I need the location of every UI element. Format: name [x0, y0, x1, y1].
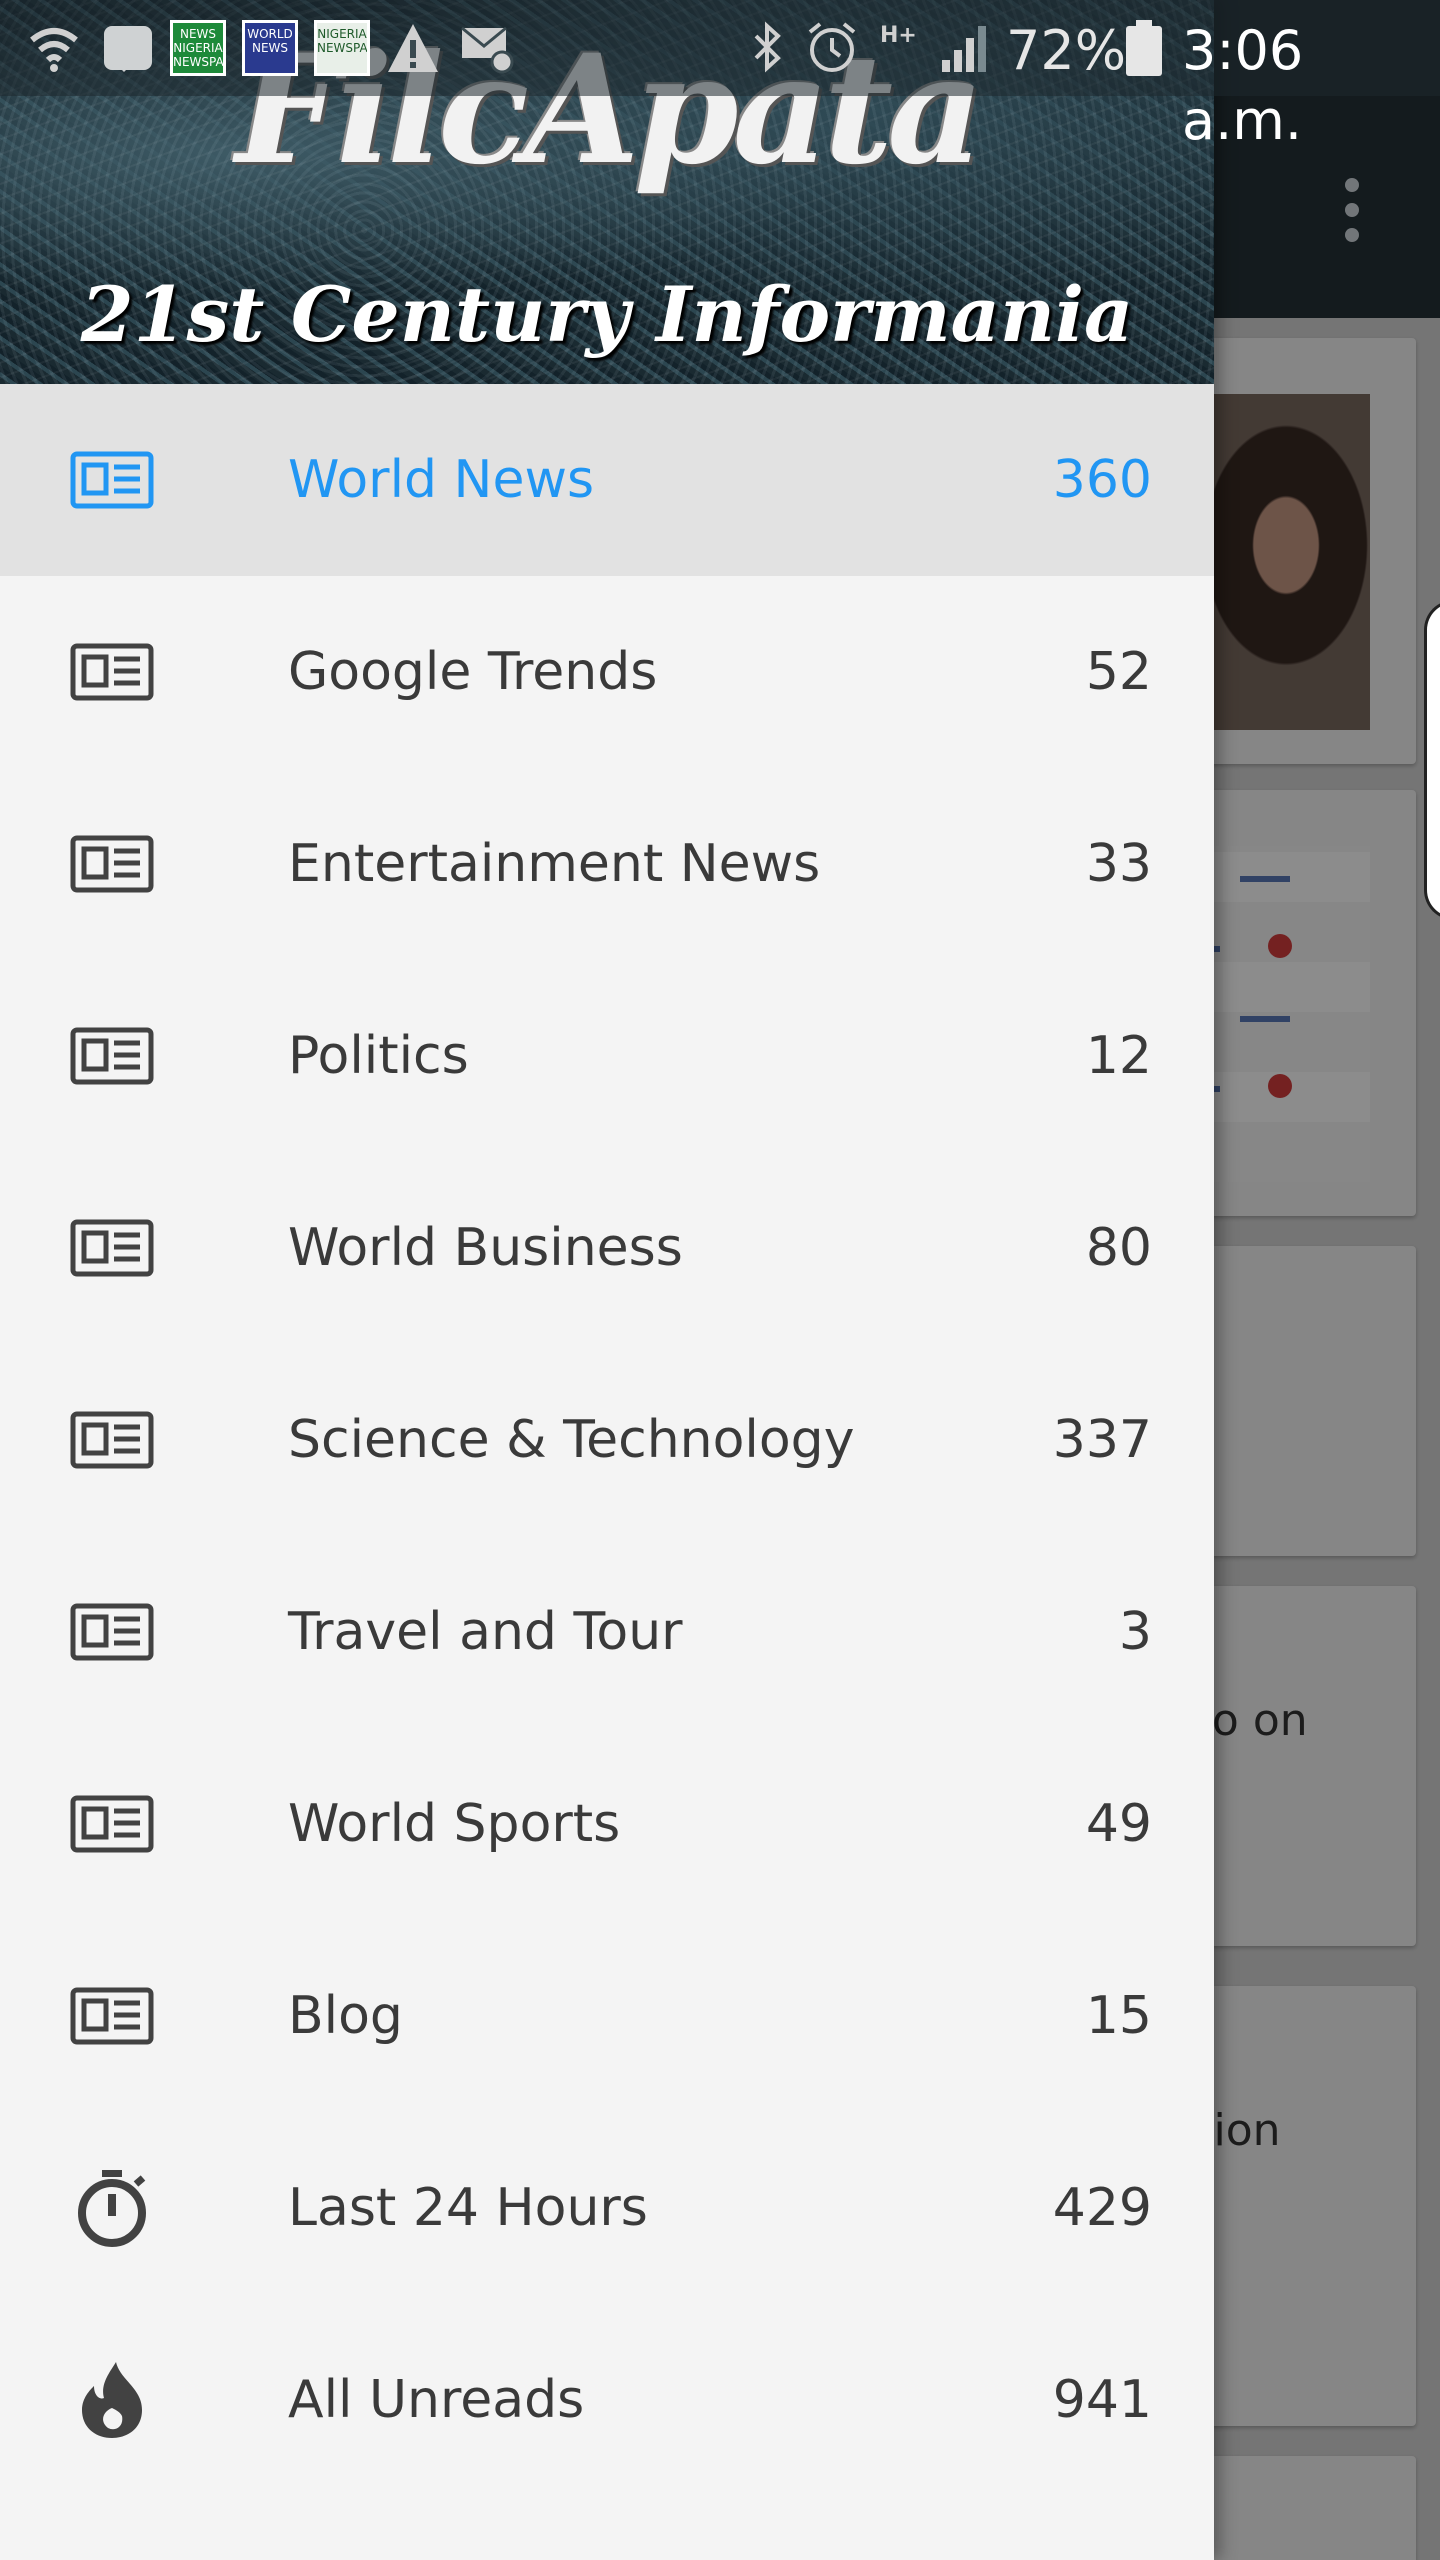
edge-panel-handle[interactable] — [1424, 600, 1440, 920]
messenger-icon — [104, 26, 152, 72]
news-app-icon: NEWS NIGERIA NEWSPAPERS — [170, 20, 226, 76]
newspaper-icon — [70, 1976, 154, 2056]
unread-count: 429 — [1052, 2178, 1152, 2238]
drawer-item-label: Entertainment News — [288, 834, 821, 894]
alarm-icon — [808, 22, 856, 72]
drawer-item-all-unreads[interactable]: All Unreads 941 — [0, 2304, 1214, 2496]
drawer-item-label: World Sports — [288, 1794, 621, 1854]
unread-count: 337 — [1052, 1410, 1152, 1470]
status-bar: NEWS NIGERIA NEWSPAPERS WORLD NEWS NIGER… — [0, 0, 1440, 152]
bluetooth-icon — [754, 21, 781, 73]
nigeria-newspapers-app-icon: NIGERIA NEWSPAPERS — [314, 20, 370, 76]
drawer-item-label: All Unreads — [288, 2370, 585, 2430]
signal-strength-icon — [942, 26, 986, 72]
newspaper-icon — [70, 632, 154, 712]
unread-count: 49 — [1085, 1794, 1152, 1854]
unread-count: 941 — [1052, 2370, 1152, 2430]
newspaper-icon — [70, 1016, 154, 1096]
newspaper-icon — [70, 1400, 154, 1480]
drawer-item-blog[interactable]: Blog 15 — [0, 1920, 1214, 2112]
battery-icon — [1126, 20, 1162, 76]
unread-count: 80 — [1085, 1218, 1152, 1278]
stopwatch-icon — [70, 2168, 154, 2248]
newspaper-icon — [70, 1592, 154, 1672]
unread-count: 52 — [1085, 642, 1152, 702]
unread-count: 15 — [1085, 1986, 1152, 2046]
drawer-item-label: World Business — [288, 1218, 683, 1278]
battery-percentage: 72% — [1006, 19, 1127, 82]
newspaper-icon — [70, 440, 154, 520]
newspaper-icon — [70, 1208, 154, 1288]
flame-icon — [70, 2360, 154, 2440]
drawer-item-label: Science & Technology — [288, 1410, 855, 1470]
drawer-item-world-business[interactable]: World Business 80 — [0, 1152, 1214, 1344]
drawer-item-label: World News — [288, 450, 595, 510]
unread-count: 360 — [1052, 450, 1152, 510]
drawer-item-label: Travel and Tour — [288, 1602, 683, 1662]
drawer-item-travel-and-tour[interactable]: Travel and Tour 3 — [0, 1536, 1214, 1728]
drawer-menu: World News 360 Google Trends 52 Entertainmen… — [0, 384, 1214, 2496]
unread-count: 3 — [1118, 1602, 1152, 1662]
drawer-item-world-news[interactable]: World News 360 — [0, 384, 1214, 576]
unread-count: 33 — [1085, 834, 1152, 894]
drawer-item-science-and-technology[interactable]: Science & Technology 337 — [0, 1344, 1214, 1536]
clock: 3:06 a.m. — [1182, 19, 1304, 152]
network-type-icon: H+ — [880, 23, 917, 48]
wifi-icon — [30, 28, 78, 72]
drawer-item-label: Google Trends — [288, 642, 658, 702]
newspaper-icon — [70, 824, 154, 904]
warning-icon — [388, 24, 438, 72]
navigation-drawer: FilcApata 21st Century Informania World … — [0, 0, 1214, 2560]
newspaper-icon — [70, 1784, 154, 1864]
drawer-item-politics[interactable]: Politics 12 — [0, 960, 1214, 1152]
drawer-item-entertainment-news[interactable]: Entertainment News 33 — [0, 768, 1214, 960]
drawer-item-label: Blog — [288, 1986, 403, 2046]
drawer-item-google-trends[interactable]: Google Trends 52 — [0, 576, 1214, 768]
app-tagline: 21st Century Informania — [80, 270, 1134, 359]
world-news-app-icon: WORLD NEWS — [242, 20, 298, 76]
drawer-item-world-sports[interactable]: World Sports 49 — [0, 1728, 1214, 1920]
drawer-item-label: Politics — [288, 1026, 469, 1086]
unread-count: 12 — [1085, 1026, 1152, 1086]
mail-settings-icon — [461, 26, 514, 74]
drawer-item-label: Last 24 Hours — [288, 2178, 648, 2238]
drawer-item-last-24-hours[interactable]: Last 24 Hours 429 — [0, 2112, 1214, 2304]
